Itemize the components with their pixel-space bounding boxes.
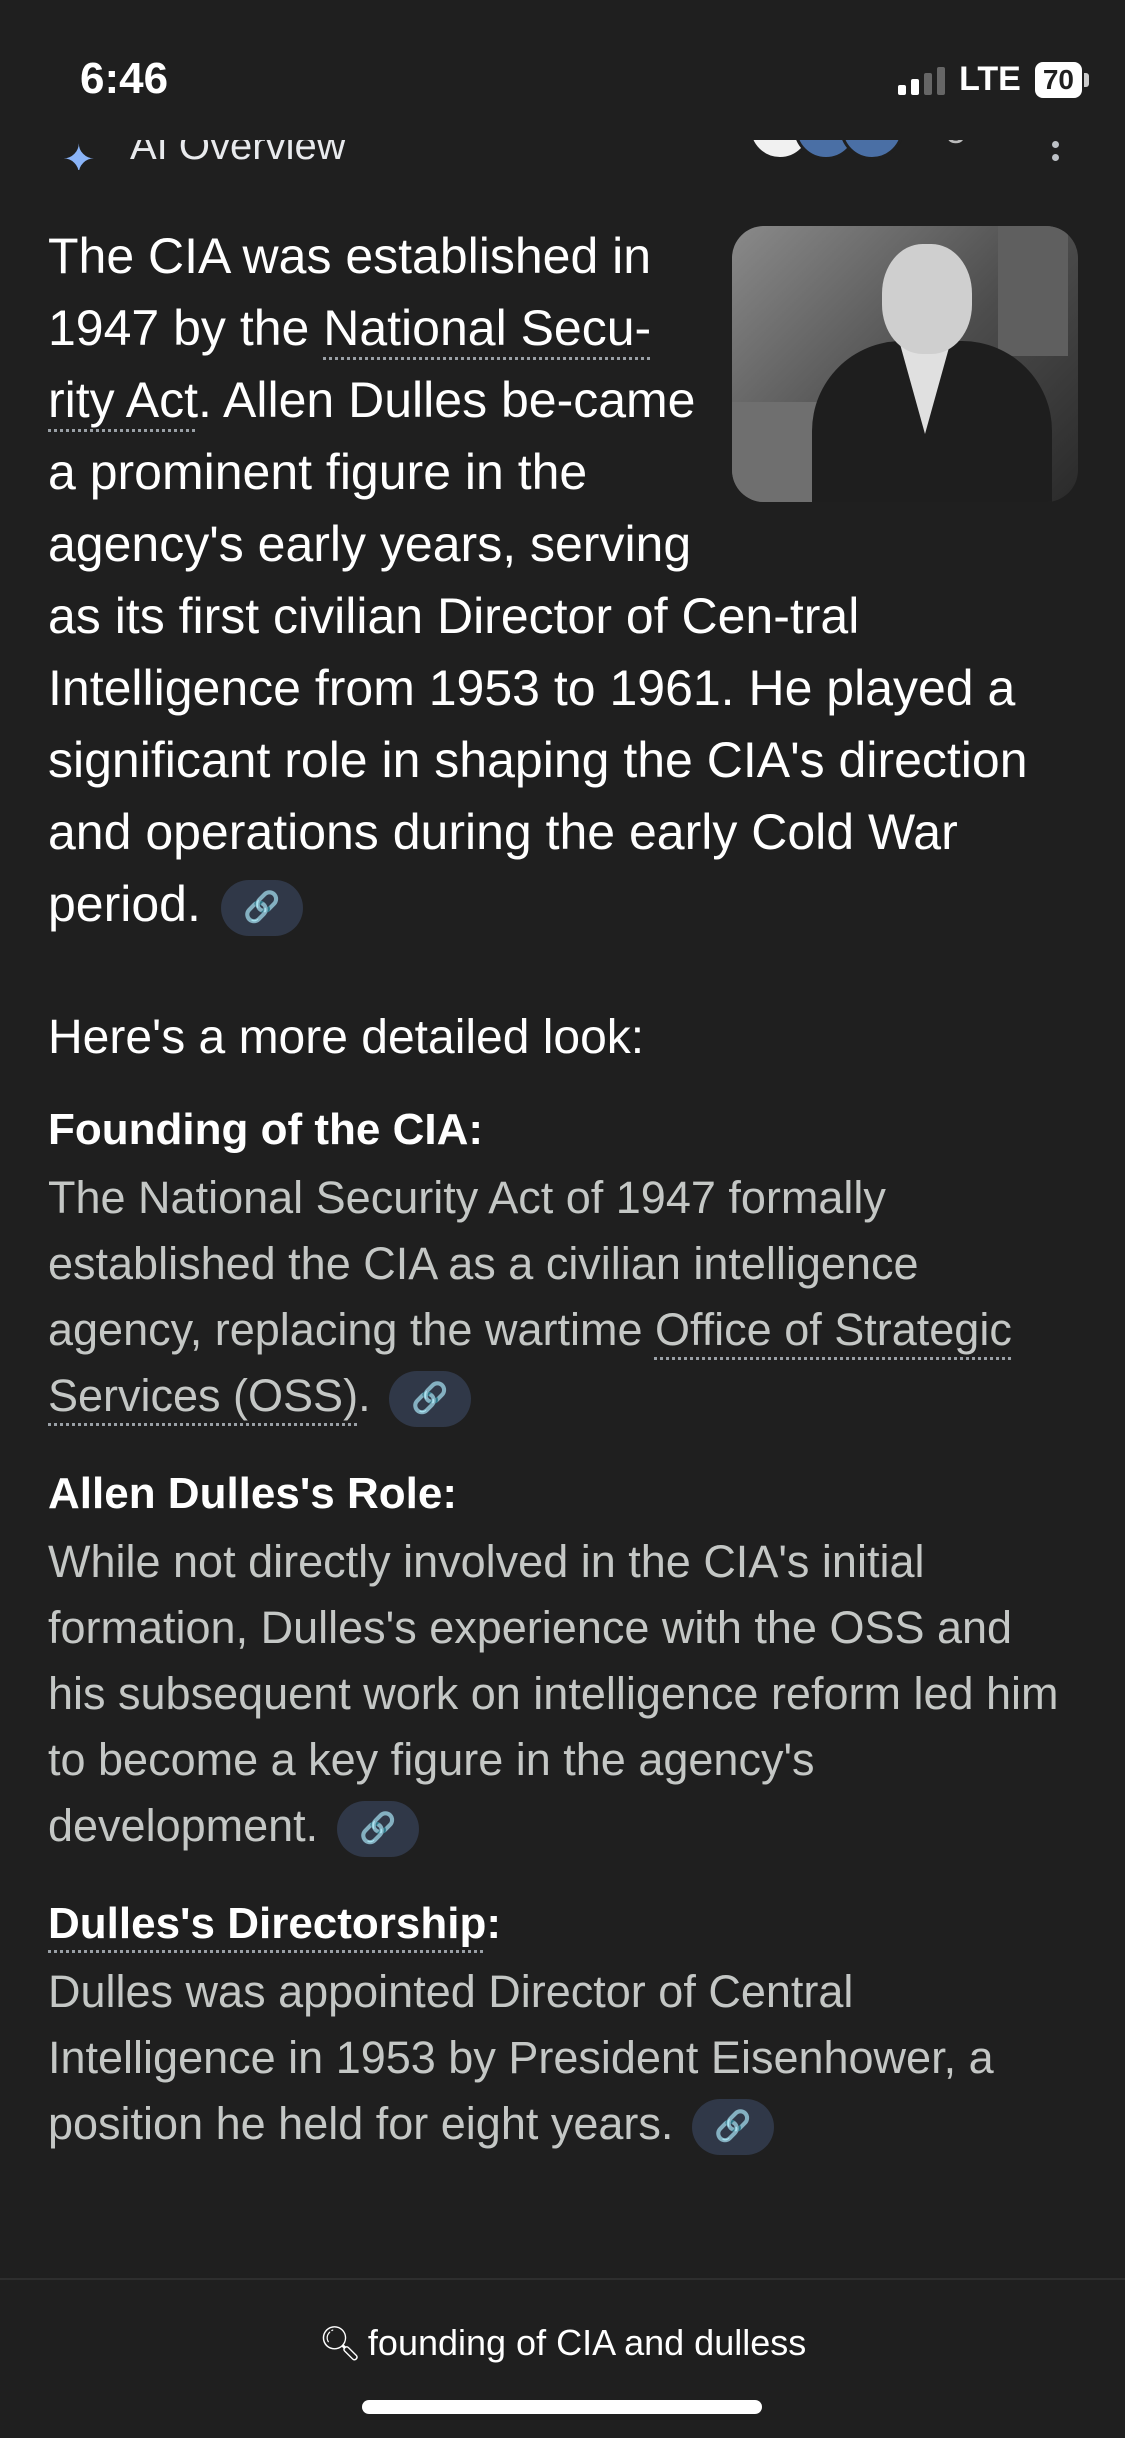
search-icon: 🔍︎ — [318, 2325, 362, 2363]
battery-level: 70 — [1034, 61, 1082, 98]
status-bar: 6:46 LTE 70 — [0, 0, 1125, 140]
battery-icon: 70 — [1034, 61, 1089, 98]
section-founding: Founding of the CIA: The National Securi… — [48, 1105, 1078, 1429]
status-time: 6:46 — [80, 54, 169, 103]
section-title: Founding of the CIA: — [48, 1105, 483, 1154]
link-icon: 🔗 — [714, 2110, 752, 2144]
citation-chip[interactable]: 🔗 — [220, 879, 303, 936]
bottom-search-bar: 🔍︎ founding of CIA and dulless — [0, 2278, 1125, 2438]
link-icon: 🔗 — [411, 1382, 449, 1416]
dulles-directorship-link[interactable]: Dulles's Directorship — [48, 1899, 486, 1948]
citation-chip[interactable]: 🔗 — [389, 1371, 472, 1428]
allen-dulles-photo[interactable] — [732, 226, 1078, 502]
citation-chip[interactable]: 🔗 — [691, 2099, 774, 2156]
section-text: Dulles was appointed Director of Central… — [48, 1959, 1078, 2157]
section-directorship: Dulles's Directorship: Dulles was appoin… — [48, 1899, 1078, 2157]
search-query: founding of CIA and dulless — [367, 2322, 807, 2363]
sparkle-icon: ✦ — [62, 138, 96, 170]
section-dulles-role: Allen Dulles's Role: While not directly … — [48, 1469, 1078, 1859]
section-title: Allen Dulles's Role: — [48, 1469, 457, 1518]
section-text: While not directly involved in the CIA's… — [48, 1529, 1078, 1859]
link-icon: 🔗 — [243, 890, 281, 924]
overview-content: The CIA was established in 1947 by the N… — [48, 220, 1078, 2157]
section-text: The National Security Act of 1947 formal… — [48, 1165, 1078, 1429]
network-label: LTE — [959, 60, 1021, 98]
home-indicator[interactable] — [362, 2400, 762, 2414]
status-indicators: LTE 70 — [898, 60, 1089, 99]
section-title: Dulles's Directorship: — [48, 1899, 502, 1948]
search-query-pill[interactable]: 🔍︎ founding of CIA and dulless — [0, 2322, 1125, 2364]
detail-heading: Here's a more detailed look: — [48, 1011, 645, 1064]
link-icon: 🔗 — [359, 1812, 397, 1846]
signal-icon — [898, 65, 946, 95]
citation-chip[interactable]: 🔗 — [336, 1801, 419, 1858]
